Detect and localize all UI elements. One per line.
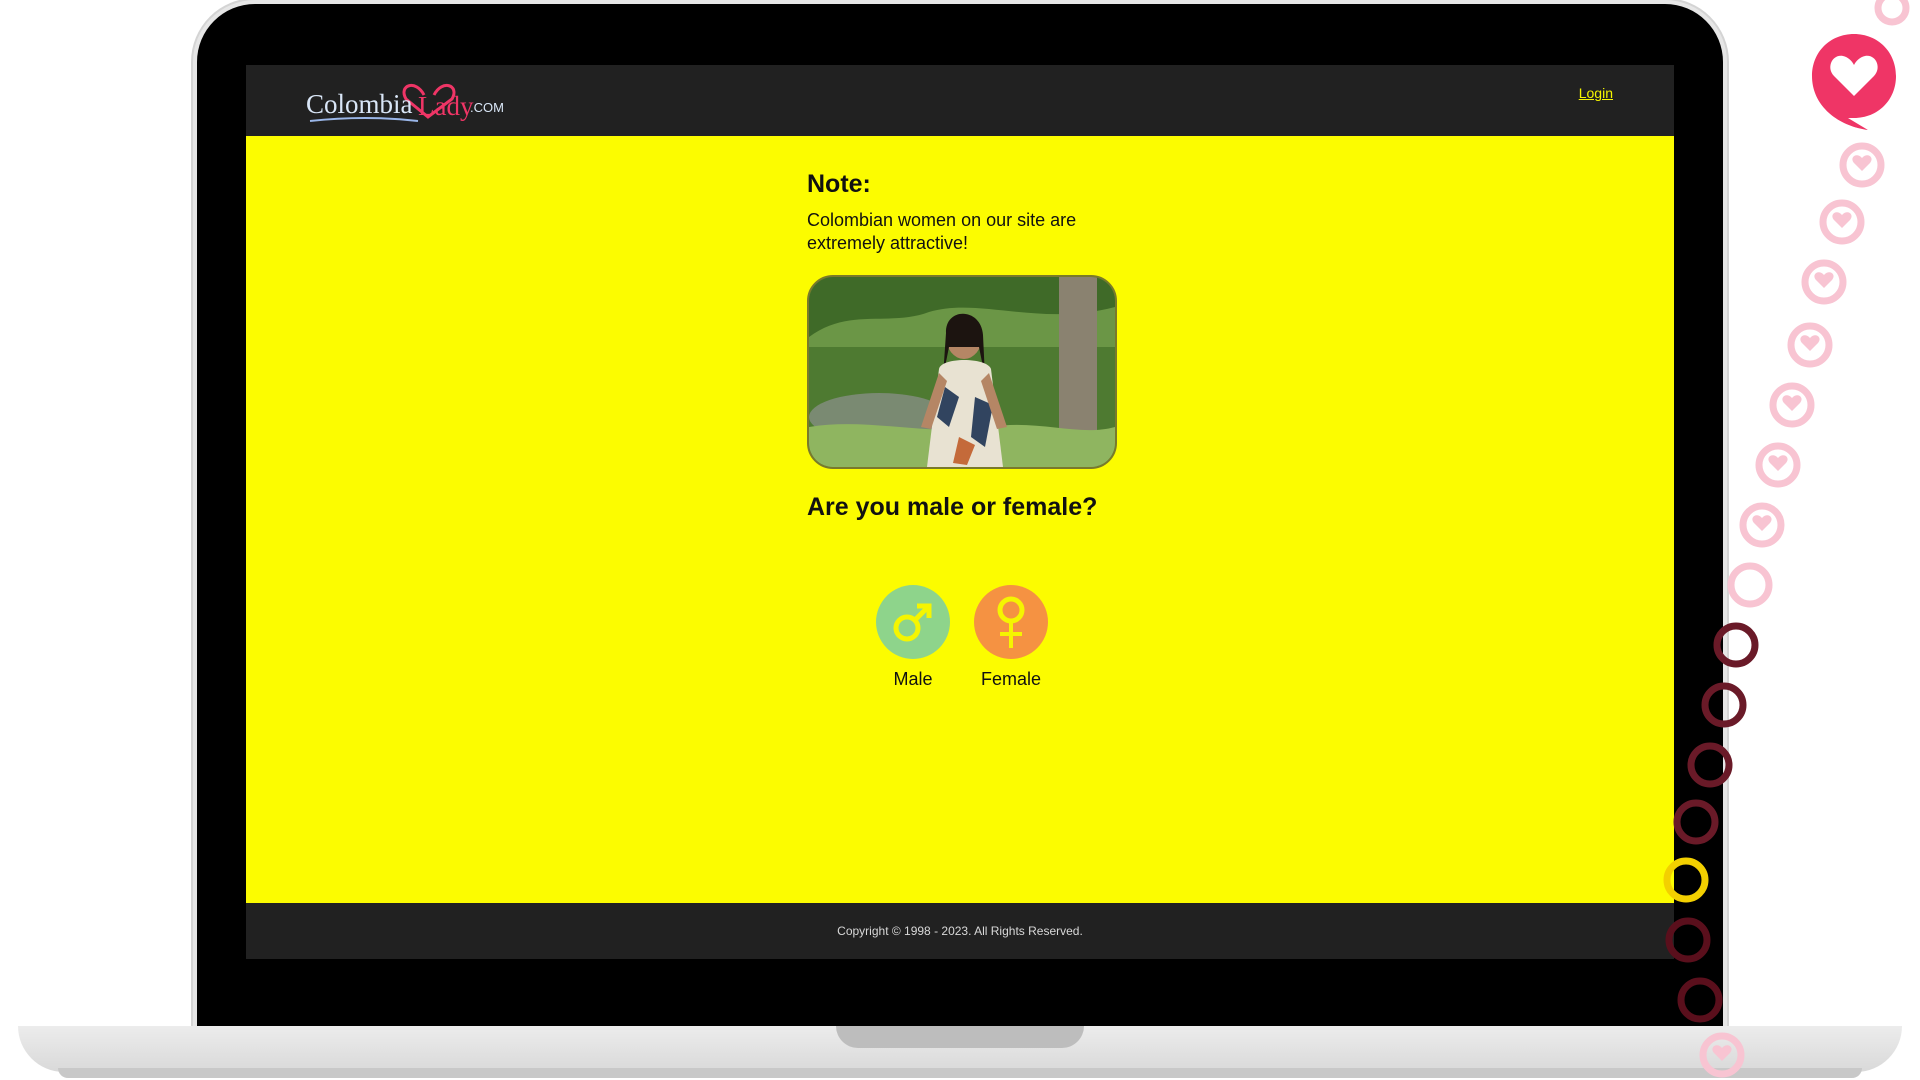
- gender-question: Are you male or female?: [807, 493, 1098, 521]
- laptop-notch: [836, 1026, 1084, 1048]
- heart-ring-icon: [1839, 142, 1885, 188]
- heart-ring-icon: [1819, 199, 1865, 245]
- login-link[interactable]: Login: [1579, 85, 1613, 101]
- garden-portrait-image: [809, 277, 1115, 467]
- site-header: Colombia Lady .COM Login: [246, 65, 1674, 136]
- logo-domain: .COM: [470, 100, 504, 115]
- main-content: Note: Colombian women on our site are ex…: [807, 170, 1127, 689]
- note-title: Note:: [807, 170, 871, 198]
- gender-selector: Male Female: [873, 585, 1073, 705]
- site-footer: Copyright © 1998 - 2023. All Rights Rese…: [246, 903, 1674, 959]
- heart-ring-icon: [1787, 322, 1833, 368]
- logo-lady: Lady: [418, 91, 474, 121]
- male-option[interactable]: Male: [873, 585, 953, 690]
- laptop-base-shadow: [58, 1068, 1862, 1078]
- logo-colombia: Colombia: [306, 89, 413, 119]
- male-label: Male: [893, 669, 933, 689]
- heart-ring-icon: [1801, 259, 1847, 305]
- female-symbol-icon: [997, 596, 1025, 648]
- heart-chat-bubble-icon[interactable]: [1808, 30, 1900, 132]
- female-option[interactable]: Female: [971, 585, 1051, 690]
- heart-ring-icon: [1769, 382, 1815, 428]
- heart-ring-icon: [1727, 562, 1773, 608]
- female-button[interactable]: [974, 585, 1048, 659]
- heart-ring-icon: [1739, 502, 1785, 548]
- featured-woman-photo: [807, 275, 1117, 469]
- note-text: Colombian women on our site are extremel…: [807, 210, 1077, 253]
- female-label: Female: [980, 669, 1042, 689]
- colombialady-logo[interactable]: Colombia Lady .COM: [306, 71, 516, 131]
- website-screen: Colombia Lady .COM Login Note: Colombian…: [246, 65, 1674, 959]
- male-button[interactable]: [876, 585, 950, 659]
- heart-ring-icon: [1755, 442, 1801, 488]
- male-symbol-icon: [893, 603, 932, 642]
